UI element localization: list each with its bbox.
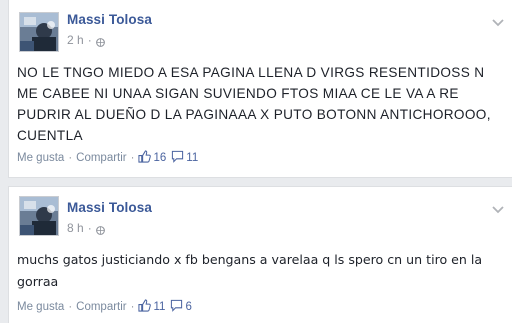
post-actions: Me gusta · Compartir · 11 6 <box>17 299 192 315</box>
comment-icon[interactable] <box>171 150 184 166</box>
chevron-down-icon[interactable] <box>492 201 504 214</box>
share-link[interactable]: Compartir <box>76 301 126 313</box>
post-text: NO LE TNGO MIEDO A ESA PAGINA LLENA D VI… <box>17 65 491 143</box>
post-meta: 2 h · <box>67 33 105 47</box>
post-timestamp[interactable]: 2 h <box>67 33 84 47</box>
author-avatar[interactable] <box>19 12 59 52</box>
globe-icon <box>95 224 105 235</box>
post-text: muchs gatos justiciando x fb bengans a v… <box>17 252 483 289</box>
like-count[interactable]: 16 <box>153 152 166 164</box>
comment-icon[interactable] <box>170 299 183 315</box>
post-meta: 8 h · <box>67 221 105 235</box>
like-link[interactable]: Me gusta <box>17 152 64 164</box>
thumbs-up-icon[interactable] <box>138 150 152 166</box>
author-name[interactable]: Massi Tolosa <box>67 200 152 215</box>
post-timestamp[interactable]: 8 h <box>67 221 84 235</box>
thumbs-up-icon[interactable] <box>138 299 152 315</box>
like-count[interactable]: 11 <box>153 301 165 313</box>
like-link[interactable]: Me gusta <box>17 301 64 313</box>
comment-count[interactable]: 11 <box>186 152 198 164</box>
post-actions: Me gusta · Compartir · 16 11 <box>17 150 199 166</box>
comment-count[interactable]: 6 <box>185 301 191 313</box>
post-card: Massi Tolosa 8 h · muchs gatos justician… <box>8 186 512 323</box>
author-name[interactable]: Massi Tolosa <box>67 12 152 27</box>
share-link[interactable]: Compartir <box>76 152 126 164</box>
globe-icon <box>95 36 105 47</box>
author-avatar[interactable] <box>19 196 59 236</box>
post-card: Massi Tolosa 2 h · NO LE TNGO MIEDO A ES… <box>8 0 512 178</box>
chevron-down-icon[interactable] <box>492 14 504 27</box>
